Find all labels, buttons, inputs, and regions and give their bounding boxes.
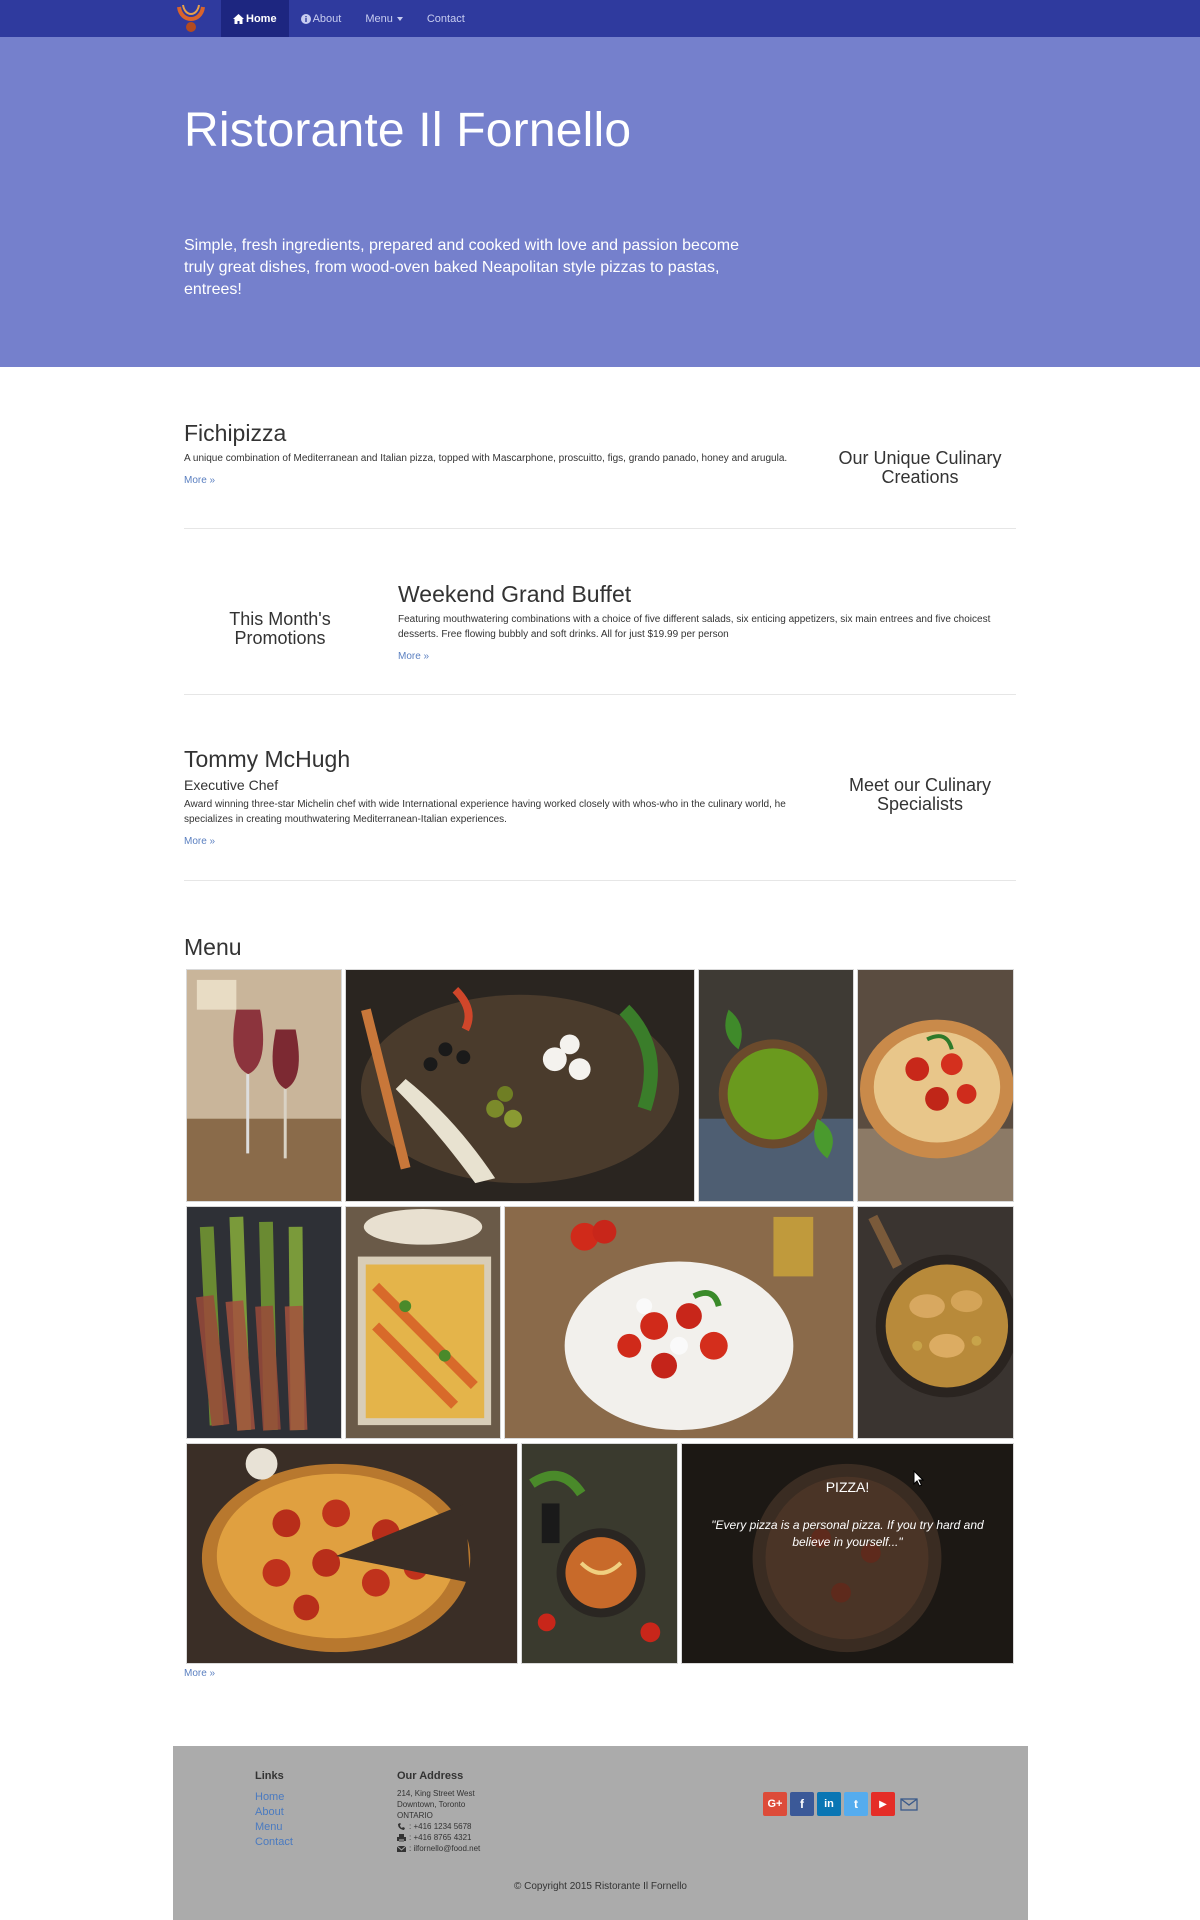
nav-contact-label: Contact (426, 12, 465, 25)
nav-about[interactable]: About (289, 0, 354, 37)
google-plus-icon[interactable]: G+ (763, 1792, 787, 1816)
menu-image-caprese-salad[interactable] (504, 1206, 854, 1439)
promotion-block: Weekend Grand Buffet Featuring mouthwate… (398, 581, 1016, 664)
menu-image-chicken-stew[interactable] (857, 1206, 1014, 1439)
email-icon[interactable] (898, 1792, 920, 1816)
menu-image-pasta-dish[interactable] (521, 1443, 678, 1664)
fax-icon (397, 1833, 406, 1842)
linkedin-icon[interactable]: in (817, 1792, 841, 1816)
hero-banner: Ristorante Il Fornello Simple, fresh ing… (0, 37, 1200, 367)
menu-image-pepperoni-pizza[interactable] (186, 1443, 518, 1664)
menu-image-cannelloni[interactable] (345, 1206, 501, 1439)
footer-links-title: Links (255, 1770, 284, 1782)
restaurant-logo[interactable] (171, 1, 211, 37)
menu-title: Menu (184, 934, 242, 960)
phone-icon (398, 1822, 405, 1830)
chef-text: Award winning three-star Michelin chef w… (184, 799, 786, 825)
chef-name: Tommy McHugh (184, 746, 351, 772)
promotion-text: Featuring mouthwatering combinations wit… (398, 614, 991, 640)
address-line: Downtown, Toronto (397, 1800, 466, 1809)
promotion-more-link[interactable]: More » (398, 651, 429, 662)
culinary-creations-label: Our Unique Culinary Creations (838, 448, 1002, 487)
hero-title: Ristorante Il Fornello (184, 104, 632, 157)
home-icon (233, 13, 244, 24)
nav-menu-dropdown[interactable]: Menu (353, 0, 415, 37)
footer-links: Home About Menu Contact (255, 1790, 293, 1850)
address-line: ONTARIO (397, 1811, 433, 1820)
copyright: © Copyright 2015 Ristorante Il Fornello (513, 1881, 687, 1892)
nav-menu-label: Menu (365, 12, 393, 25)
menu-image-asparagus[interactable] (186, 1206, 342, 1439)
promotion-title: Weekend Grand Buffet (398, 581, 632, 607)
featured-dish: Fichipizza A unique combination of Medit… (184, 420, 804, 488)
social-links: G+ f in t ▶ (763, 1792, 920, 1816)
menu-image-wine[interactable] (186, 969, 342, 1202)
featured-dish-title: Fichipizza (184, 420, 287, 446)
fax-number: : +416 8765 4321 (409, 1833, 472, 1842)
facebook-icon[interactable]: f (790, 1792, 814, 1816)
divider (184, 880, 1016, 881)
menu-more-link[interactable]: More » (184, 1668, 215, 1679)
promotions-label: This Month's Promotions (229, 609, 331, 648)
envelope-icon (397, 1845, 406, 1852)
chef-more-link[interactable]: More » (184, 836, 215, 847)
divider (184, 528, 1016, 529)
chef-role: Executive Chef (184, 777, 279, 793)
phone-number: : +416 1234 5678 (409, 1822, 472, 1831)
pizza-quote-overlay: PIZZA! "Every pizza is a personal pizza.… (682, 1444, 1013, 1663)
mouse-cursor-icon (913, 1470, 925, 1487)
email-address: : ilfornello@food.net (409, 1844, 481, 1853)
info-icon (300, 13, 311, 24)
hero-text: Simple, fresh ingredients, prepared and … (184, 237, 739, 298)
chef-block: Tommy McHugh Executive Chef Award winnin… (184, 746, 804, 849)
chevron-down-icon (396, 16, 403, 21)
nav-home-label: Home (246, 12, 277, 25)
footer-link-home[interactable]: Home (255, 1790, 293, 1805)
footer-link-menu[interactable]: Menu (255, 1820, 293, 1835)
pizza-quote-text: "Every pizza is a personal pizza. If you… (711, 1518, 984, 1549)
footer-link-about[interactable]: About (255, 1805, 293, 1820)
nav-about-label: About (312, 12, 342, 25)
nav-home[interactable]: Home (221, 0, 289, 37)
youtube-icon[interactable]: ▶ (871, 1792, 895, 1816)
address-line: 214, King Street West (397, 1789, 475, 1798)
divider (184, 694, 1016, 695)
menu-image-antipasto[interactable] (345, 969, 695, 1202)
menu-image-tomato-pizza[interactable] (857, 969, 1014, 1202)
menu-image-pizza-quote[interactable]: PIZZA! "Every pizza is a personal pizza.… (681, 1443, 1014, 1664)
featured-dish-text: A unique combination of Mediterranean an… (184, 453, 788, 464)
footer: Links Home About Menu Contact Our Addres… (173, 1746, 1028, 1920)
nav-contact[interactable]: Contact (415, 0, 477, 37)
culinary-specialists-label: Meet our Culinary Specialists (848, 775, 992, 814)
twitter-icon[interactable]: t (844, 1792, 868, 1816)
navbar: Home About Menu Contact (0, 0, 1200, 37)
footer-address: 214, King Street West Downtown, Toronto … (397, 1788, 480, 1854)
footer-address-title: Our Address (397, 1770, 464, 1782)
footer-link-contact[interactable]: Contact (255, 1835, 293, 1850)
pizza-quote-title: PIZZA! (825, 1479, 870, 1495)
featured-more-link[interactable]: More » (184, 475, 215, 486)
menu-image-pesto[interactable] (698, 969, 854, 1202)
